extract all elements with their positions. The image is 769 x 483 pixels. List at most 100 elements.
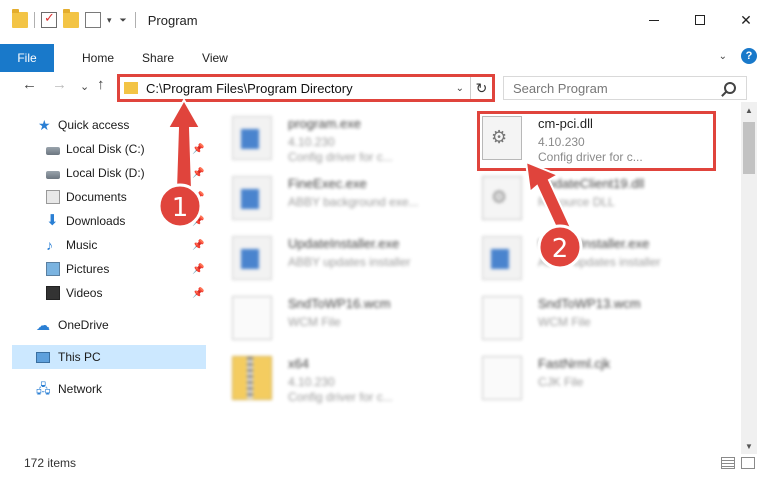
sidebar-item-downloads[interactable]: ⬇ Downloads 📌	[0, 209, 206, 233]
exe-icon	[232, 236, 272, 280]
details-view-icon[interactable]	[721, 457, 735, 469]
sidebar-item-documents[interactable]: Documents 📌	[0, 185, 206, 209]
music-icon: ♪	[46, 237, 53, 253]
minimize-icon	[649, 19, 659, 21]
computer-icon	[36, 351, 50, 363]
tiles-view-icon[interactable]	[741, 457, 755, 469]
file-version: 4.10.230	[288, 375, 335, 389]
pin-icon[interactable]: 📌	[192, 288, 204, 299]
address-bar[interactable]: C:\Program Files\Program Directory ⌄ ↻	[117, 74, 495, 102]
file-item[interactable]: program.exe 4.10.230 Config driver for c…	[212, 110, 452, 166]
title-bar: ▾ ⏷ Program ✕	[0, 0, 769, 40]
file-version: 4.10.230	[288, 135, 335, 149]
properties-check-icon[interactable]	[41, 10, 57, 28]
file-name: UpdateInstaller.exe	[538, 236, 650, 251]
file-name: x64	[288, 356, 309, 371]
sidebar-item-local-disk-d[interactable]: Local Disk (D:) 📌	[0, 161, 206, 185]
sidebar-item-label: Local Disk (D:)	[66, 166, 145, 180]
chevron-down-icon[interactable]: ▾	[107, 15, 112, 26]
sidebar-item-label: Videos	[66, 286, 103, 300]
address-path[interactable]: C:\Program Files\Program Directory	[146, 81, 456, 96]
file-name: FineExec.exe	[288, 176, 367, 191]
view-buttons	[715, 457, 755, 469]
sidebar-item-label: Pictures	[66, 262, 110, 276]
pin-icon[interactable]: 📌	[192, 192, 204, 203]
sidebar-item-quick-access[interactable]: ★ Quick access	[0, 113, 206, 137]
sidebar-item-label: Music	[66, 238, 98, 252]
sidebar-item-videos[interactable]: Videos 📌	[0, 281, 206, 305]
file-description: Resource DLL	[538, 195, 615, 209]
file-icon	[232, 296, 272, 340]
forward-button[interactable]: →	[52, 76, 67, 93]
file-type: WCM File	[538, 315, 591, 329]
divider	[34, 12, 35, 28]
scroll-thumb[interactable]	[743, 122, 755, 174]
tab-share[interactable]: Share	[128, 44, 188, 72]
file-description: Config driver for c...	[288, 150, 393, 164]
file-name: program.exe	[288, 116, 361, 131]
sidebar-item-onedrive[interactable]: ☁ OneDrive	[0, 313, 206, 337]
search-placeholder: Search Program	[513, 80, 608, 96]
expand-ribbon-icon[interactable]: ⌄	[719, 51, 727, 62]
ribbon-right-controls: ⌄ ?	[719, 48, 757, 64]
file-item[interactable]: UpdateInstaller.exe ABBY updates install…	[462, 230, 702, 286]
sidebar-item-label: Local Disk (C:)	[66, 142, 145, 156]
network-icon: 🖧	[36, 381, 51, 396]
file-name: SndToWP13.wcm	[538, 296, 641, 311]
file-item[interactable]: SndToWP16.wcm WCM File	[212, 290, 452, 346]
file-item[interactable]: SndToWP13.wcm WCM File	[462, 290, 702, 346]
pin-icon[interactable]: 📌	[192, 144, 204, 155]
view-options-icon[interactable]	[85, 12, 101, 28]
star-icon: ★	[38, 117, 51, 133]
tab-home[interactable]: Home	[68, 44, 128, 72]
address-dropdown-icon[interactable]: ⌄	[456, 83, 464, 94]
close-icon: ✕	[740, 11, 752, 28]
scroll-up-button[interactable]: ▲	[741, 102, 757, 118]
file-item[interactable]: FineExec.exe ABBY background exe...	[212, 170, 452, 226]
item-count: 172 items	[24, 456, 77, 470]
pin-icon[interactable]: 📌	[192, 216, 204, 227]
sidebar-item-network[interactable]: 🖧 Network	[0, 377, 206, 401]
cloud-icon: ☁	[36, 317, 50, 333]
refresh-button[interactable]: ↻	[470, 77, 492, 99]
folder-icon	[12, 9, 28, 28]
window-controls: ✕	[631, 0, 769, 40]
pin-icon[interactable]: 📌	[192, 168, 204, 179]
drive-icon	[46, 170, 60, 179]
sidebar-item-music[interactable]: ♪ Music 📌	[0, 233, 206, 257]
address-row: ← → ⌄ ↑ C:\Program Files\Program Directo…	[0, 74, 769, 102]
back-button[interactable]: ←	[22, 76, 37, 93]
maximize-icon	[695, 15, 705, 25]
file-item[interactable]: FastNrml.cjk CJK File	[462, 350, 702, 406]
file-item[interactable]: x64 4.10.230 Config driver for c...	[212, 350, 452, 406]
up-button[interactable]: ↑	[97, 76, 105, 93]
sidebar-item-local-disk-c[interactable]: Local Disk (C:) 📌	[0, 137, 206, 161]
tab-view[interactable]: View	[188, 44, 242, 72]
folder-icon	[124, 82, 138, 94]
pin-icon[interactable]: 📌	[192, 264, 204, 275]
pin-icon[interactable]: 📌	[192, 240, 204, 251]
sidebar-item-label: Network	[58, 382, 103, 396]
search-icon[interactable]	[724, 82, 736, 94]
zip-icon	[232, 356, 272, 400]
sidebar-item-pictures[interactable]: Pictures 📌	[0, 257, 206, 281]
new-folder-icon[interactable]	[63, 9, 79, 28]
recent-locations-button[interactable]: ⌄	[80, 80, 89, 93]
tab-file[interactable]: File	[0, 44, 54, 72]
sidebar-item-label: OneDrive	[58, 318, 109, 332]
file-name: FastNrml.cjk	[538, 356, 611, 371]
exe-icon	[232, 176, 272, 220]
close-button[interactable]: ✕	[723, 0, 769, 40]
file-item[interactable]: UpdateInstaller.exe ABBY updates install…	[212, 230, 452, 286]
help-icon[interactable]: ?	[741, 48, 757, 64]
sidebar-item-this-pc[interactable]: This PC	[12, 345, 206, 369]
minimize-button[interactable]	[631, 0, 677, 40]
file-item[interactable]: UpdateClient19.dll Resource DLL	[462, 170, 702, 226]
download-icon: ⬇	[46, 212, 59, 229]
search-input[interactable]: Search Program	[503, 76, 747, 100]
customize-toolbar-icon[interactable]: ⏷	[120, 15, 127, 26]
maximize-button[interactable]	[677, 0, 723, 40]
quick-access-toolbar: ▾ ⏷ Program	[0, 0, 198, 40]
sidebar-item-label: Quick access	[58, 118, 130, 132]
vertical-scrollbar[interactable]: ▲ ▼	[741, 102, 757, 454]
